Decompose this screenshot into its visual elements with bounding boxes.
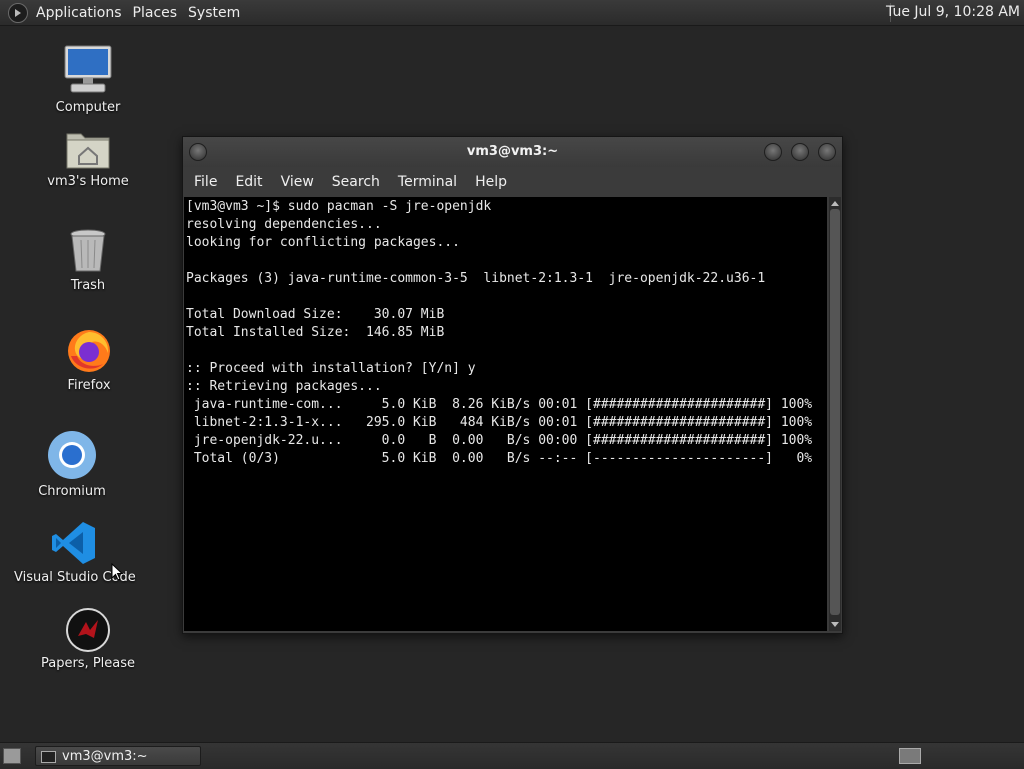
- terminal-scrollbar[interactable]: [829, 197, 841, 631]
- desktop-icon-chromium[interactable]: Chromium: [12, 430, 132, 499]
- terminal-line: java-runtime-com... 5.0 KiB 8.26 KiB/s 0…: [186, 397, 813, 412]
- desktop-icon-trash[interactable]: Trash: [28, 228, 148, 293]
- icon-label: Computer: [55, 100, 121, 115]
- clock[interactable]: Tue Jul 9, 10:28 AM: [886, 4, 1020, 20]
- desktop-icon-computer[interactable]: Computer: [28, 44, 148, 115]
- terminal-line: :: Retrieving packages...: [186, 379, 382, 394]
- computer-icon: [63, 44, 113, 96]
- papers-please-icon: [66, 608, 110, 652]
- top-panel: Applications Places System Tue Jul 9, 10…: [0, 0, 1024, 26]
- terminal-menubar: File Edit View Search Terminal Help: [183, 167, 842, 197]
- show-desktop-icon[interactable]: [3, 748, 21, 764]
- terminal-line: resolving dependencies...: [186, 217, 382, 232]
- window-menu-button[interactable]: [189, 143, 207, 161]
- desktop-icon-firefox[interactable]: Firefox: [29, 326, 149, 393]
- menu-terminal[interactable]: Terminal: [389, 174, 466, 190]
- bottom-panel: vm3@vm3:~: [0, 742, 1024, 769]
- terminal-line: looking for conflicting packages...: [186, 235, 460, 250]
- terminal-output[interactable]: [vm3@vm3 ~]$ sudo pacman -S jre-openjdk …: [184, 197, 827, 631]
- desktop-icon-papers-please[interactable]: Papers, Please: [28, 608, 148, 671]
- workspace-switcher[interactable]: [899, 748, 921, 764]
- window-title: vm3@vm3:~: [466, 144, 559, 159]
- taskbar-window-button[interactable]: vm3@vm3:~: [35, 746, 201, 766]
- terminal-icon: [41, 751, 56, 763]
- menu-system[interactable]: System: [185, 5, 248, 21]
- terminal-line: Total Installed Size: 146.85 MiB: [186, 325, 445, 340]
- terminal-line: libnet-2:1.3-1-x... 295.0 KiB 484 KiB/s …: [186, 415, 813, 430]
- menu-search[interactable]: Search: [323, 174, 389, 190]
- menu-view[interactable]: View: [272, 174, 323, 190]
- window-titlebar[interactable]: vm3@vm3:~: [183, 137, 842, 167]
- icon-label: vm3's Home: [47, 174, 129, 189]
- menu-places[interactable]: Places: [130, 5, 186, 21]
- terminal-line: Packages (3) java-runtime-common-3-5 lib…: [186, 271, 766, 286]
- scroll-up-arrow-icon[interactable]: [831, 201, 839, 206]
- menu-edit[interactable]: Edit: [226, 174, 271, 190]
- vscode-icon: [51, 520, 97, 566]
- minimize-button[interactable]: [764, 143, 782, 161]
- icon-label: Trash: [70, 278, 106, 293]
- terminal-line: :: Proceed with installation? [Y/n] y: [186, 361, 476, 376]
- menu-help[interactable]: Help: [466, 174, 516, 190]
- trash-icon: [68, 228, 108, 274]
- scroll-down-arrow-icon[interactable]: [831, 622, 839, 627]
- icon-label: Chromium: [38, 484, 106, 499]
- mouse-cursor-icon: [111, 563, 123, 581]
- menu-file[interactable]: File: [185, 174, 226, 190]
- terminal-line: jre-openjdk-22.u... 0.0 B 0.00 B/s 00:00…: [186, 433, 813, 448]
- icon-label: Papers, Please: [40, 656, 136, 671]
- close-button[interactable]: [818, 143, 836, 161]
- scrollbar-thumb[interactable]: [830, 209, 840, 615]
- desktop-icon-home[interactable]: vm3's Home: [28, 128, 148, 189]
- terminal-line: [vm3@vm3 ~]$ sudo pacman -S jre-openjdk: [186, 199, 492, 214]
- firefox-icon: [65, 326, 113, 374]
- chromium-icon: [47, 430, 97, 480]
- home-folder-icon: [65, 128, 111, 170]
- menu-applications[interactable]: Applications: [33, 5, 130, 21]
- terminal-line: Total (0/3) 5.0 KiB 0.00 B/s --:-- [----…: [186, 451, 813, 466]
- menu-logo-icon[interactable]: [8, 2, 28, 23]
- maximize-button[interactable]: [791, 143, 809, 161]
- taskbar-window-label: vm3@vm3:~: [62, 749, 148, 764]
- icon-label: Firefox: [67, 378, 111, 393]
- terminal-line: Total Download Size: 30.07 MiB: [186, 307, 445, 322]
- terminal-window[interactable]: vm3@vm3:~ File Edit View Search Terminal…: [182, 136, 843, 634]
